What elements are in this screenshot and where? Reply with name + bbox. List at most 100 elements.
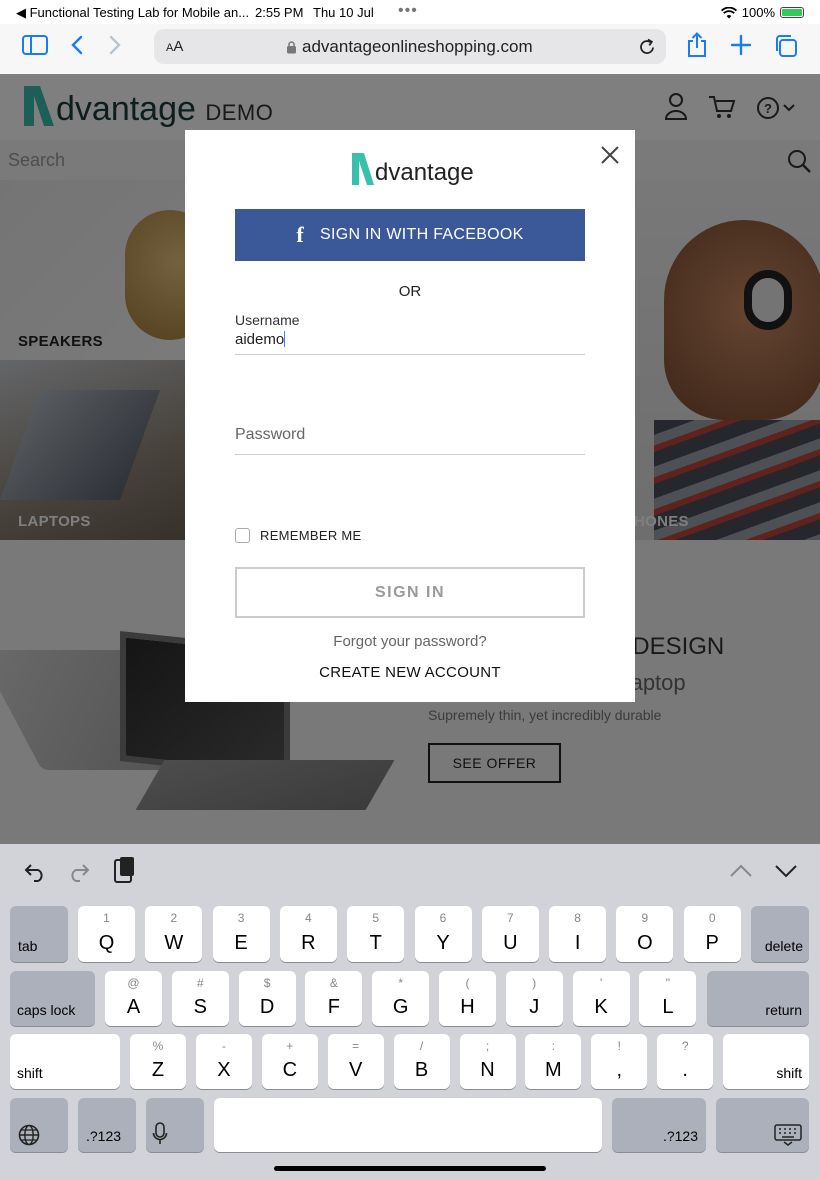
hide-keyboard-key[interactable] — [716, 1098, 809, 1152]
numbers-key-right[interactable]: .?123 — [612, 1098, 706, 1152]
key-i[interactable]: 8I — [549, 906, 607, 962]
key-y[interactable]: 6Y — [414, 906, 472, 962]
numbers-key-left[interactable]: .?123 — [78, 1098, 136, 1152]
shift-right-key[interactable]: shift — [723, 1034, 809, 1089]
dictation-key[interactable] — [146, 1098, 204, 1152]
username-input[interactable]: aidemo — [235, 331, 585, 348]
key-secondary-label: 0 — [708, 911, 716, 925]
key-g[interactable]: * G — [372, 971, 430, 1026]
globe-key[interactable] — [10, 1098, 68, 1152]
key-z[interactable]: % Z — [130, 1034, 186, 1089]
key-label: K — [594, 996, 608, 1018]
previous-field-icon[interactable] — [729, 864, 753, 878]
key-label: D — [259, 996, 275, 1018]
remember-me-checkbox[interactable] — [235, 528, 250, 543]
key-w[interactable]: 2W — [145, 906, 203, 962]
password-input[interactable]: Password — [235, 426, 585, 444]
remember-me-row[interactable]: REMEMBER ME — [235, 528, 362, 543]
key-label: Y — [436, 932, 450, 954]
key-a[interactable]: @ A — [105, 971, 162, 1026]
key-secondary-label: % — [152, 1039, 164, 1053]
return-key[interactable]: return — [707, 971, 809, 1026]
reader-settings-button[interactable]: AA — [166, 38, 183, 55]
home-indicator[interactable] — [274, 1166, 546, 1171]
key-h[interactable]: (H — [439, 971, 496, 1026]
key-b[interactable]: / B — [393, 1034, 450, 1089]
key-p[interactable]: 0P — [683, 906, 741, 962]
key-f[interactable]: & F — [305, 971, 363, 1026]
key-s[interactable]: # S — [171, 971, 229, 1026]
delete-key[interactable]: delete — [751, 906, 809, 962]
key-u[interactable]: 7U — [481, 906, 539, 962]
key-label: T — [369, 932, 382, 954]
address-bar[interactable]: AA advantageonlineshopping.com — [154, 29, 666, 64]
key-e[interactable]: 3E — [212, 906, 270, 962]
key-secondary-label: * — [398, 976, 404, 990]
key-punct-7[interactable]: !, — [591, 1034, 648, 1089]
key-v[interactable]: = V — [327, 1034, 384, 1089]
facebook-signin-label: SIGN IN WITH FACEBOOK — [319, 226, 524, 243]
key-t[interactable]: 5T — [347, 906, 405, 962]
key-secondary-label: 1 — [103, 911, 110, 925]
key-secondary-label: ! — [617, 1039, 621, 1053]
key-secondary-label: ? — [681, 1039, 689, 1053]
caps-lock-key[interactable]: caps lock — [10, 971, 95, 1026]
space-key[interactable] — [214, 1098, 602, 1152]
key-secondary-label: & — [329, 976, 338, 990]
key-q[interactable]: 1Q — [78, 906, 135, 962]
key-label: . — [682, 1059, 688, 1081]
remember-me-label: REMEMBER ME — [260, 528, 362, 543]
onscreen-keyboard: 1Q2W3E4R5T6Y7U8I9O0P @ A # S $ D & F * G(H) J ' K " L … — [0, 844, 820, 1180]
key-label: Z — [151, 1059, 165, 1081]
key-secondary-label: 5 — [372, 911, 380, 925]
key-label: Q — [98, 932, 115, 954]
key-d[interactable]: $ D — [238, 971, 296, 1026]
share-icon[interactable] — [686, 32, 708, 58]
redo-icon[interactable] — [68, 860, 90, 882]
key-r[interactable]: 4R — [279, 906, 337, 962]
key-l[interactable]: " L — [639, 971, 697, 1026]
key-j[interactable]: ) J — [505, 971, 563, 1026]
key-x[interactable]: -X — [195, 1034, 252, 1089]
new-tab-icon[interactable] — [730, 34, 752, 56]
key-label: A — [126, 996, 141, 1018]
browser-toolbar: AA advantageonlineshopping.com — [0, 24, 820, 74]
back-to-app-link[interactable]: ◀ Functional Testing Lab for Mobile an..… — [16, 5, 249, 21]
sign-in-button[interactable]: SIGN IN — [235, 567, 585, 618]
key-secondary-label: 9 — [641, 911, 649, 925]
create-account-link[interactable]: CREATE NEW ACCOUNT — [185, 664, 635, 681]
reload-icon[interactable] — [638, 37, 656, 56]
password-field[interactable]: Password — [235, 426, 585, 455]
tabs-overview-icon[interactable] — [774, 34, 798, 58]
forgot-password-link[interactable]: Forgot your password? — [185, 633, 635, 650]
username-field[interactable]: Username aidemo — [235, 312, 585, 355]
shift-left-key[interactable]: shift — [10, 1034, 120, 1089]
key-k[interactable]: ' K — [572, 971, 630, 1026]
sidebar-icon[interactable] — [22, 34, 48, 56]
status-bar: ◀ Functional Testing Lab for Mobile an..… — [0, 0, 820, 24]
close-icon[interactable] — [599, 144, 621, 166]
paste-icon[interactable] — [114, 856, 136, 884]
key-label: U — [503, 932, 518, 954]
key-punct-8[interactable]: ?. — [657, 1034, 714, 1089]
key-c[interactable]: + C — [261, 1034, 318, 1089]
status-time: 2:55 PM — [255, 5, 304, 20]
undo-icon[interactable] — [24, 860, 46, 882]
key-label: W — [164, 932, 184, 954]
key-secondary-label: ( — [465, 976, 470, 990]
next-field-icon[interactable] — [774, 864, 798, 878]
key-label: X — [217, 1059, 231, 1081]
multitasking-dots[interactable]: ••• — [398, 2, 418, 20]
key-o[interactable]: 9O — [616, 906, 674, 962]
back-icon[interactable] — [70, 34, 84, 56]
key-n[interactable]: ; N — [459, 1034, 516, 1089]
forward-icon[interactable] — [108, 34, 122, 56]
wifi-icon — [720, 6, 737, 18]
key-m[interactable]: :M — [525, 1034, 582, 1089]
username-label: Username — [235, 312, 300, 328]
key-secondary-label: 8 — [574, 911, 581, 925]
tab-key[interactable]: tab — [10, 906, 68, 962]
key-secondary-label: 3 — [237, 911, 245, 925]
facebook-signin-button[interactable]: f SIGN IN WITH FACEBOOK — [235, 209, 585, 261]
facebook-icon: f — [296, 222, 304, 247]
